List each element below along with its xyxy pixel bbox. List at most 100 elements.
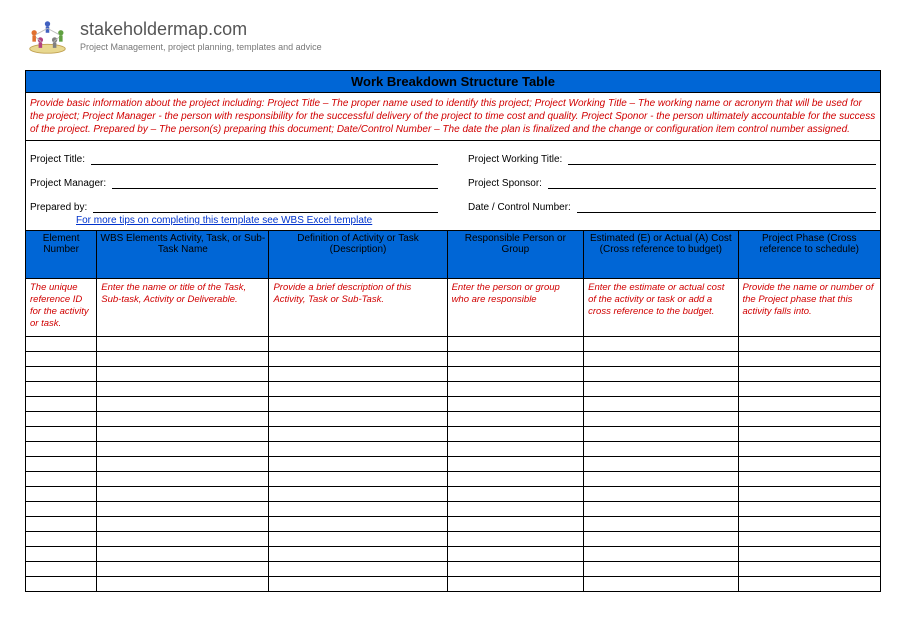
prepared-by-input[interactable]	[93, 199, 438, 213]
table-cell[interactable]	[447, 517, 584, 532]
table-cell[interactable]	[447, 397, 584, 412]
table-cell[interactable]	[26, 442, 97, 457]
table-cell[interactable]	[447, 577, 584, 592]
table-row[interactable]	[26, 352, 881, 367]
table-cell[interactable]	[97, 547, 269, 562]
table-cell[interactable]	[26, 457, 97, 472]
table-cell[interactable]	[738, 352, 881, 367]
table-cell[interactable]	[97, 532, 269, 547]
table-cell[interactable]	[738, 337, 881, 352]
table-cell[interactable]	[447, 382, 584, 397]
table-row[interactable]	[26, 457, 881, 472]
table-cell[interactable]	[26, 562, 97, 577]
table-row[interactable]	[26, 427, 881, 442]
table-row[interactable]	[26, 577, 881, 592]
date-control-input[interactable]	[577, 199, 876, 213]
table-cell[interactable]	[447, 442, 584, 457]
table-cell[interactable]	[269, 577, 447, 592]
table-cell[interactable]	[584, 397, 738, 412]
table-cell[interactable]	[447, 547, 584, 562]
table-cell[interactable]	[738, 457, 881, 472]
table-cell[interactable]	[447, 487, 584, 502]
table-cell[interactable]	[269, 472, 447, 487]
table-cell[interactable]	[584, 337, 738, 352]
table-cell[interactable]	[738, 412, 881, 427]
table-cell[interactable]	[738, 472, 881, 487]
table-cell[interactable]	[584, 382, 738, 397]
table-cell[interactable]	[269, 547, 447, 562]
table-cell[interactable]	[97, 562, 269, 577]
table-cell[interactable]	[584, 442, 738, 457]
table-row[interactable]	[26, 472, 881, 487]
table-cell[interactable]	[738, 502, 881, 517]
table-row[interactable]	[26, 487, 881, 502]
table-cell[interactable]	[447, 532, 584, 547]
table-row[interactable]	[26, 367, 881, 382]
table-cell[interactable]	[269, 457, 447, 472]
table-cell[interactable]	[738, 517, 881, 532]
table-cell[interactable]	[97, 352, 269, 367]
table-row[interactable]	[26, 442, 881, 457]
table-cell[interactable]	[584, 502, 738, 517]
table-cell[interactable]	[269, 382, 447, 397]
table-cell[interactable]	[26, 397, 97, 412]
table-cell[interactable]	[738, 562, 881, 577]
table-cell[interactable]	[584, 367, 738, 382]
table-cell[interactable]	[97, 427, 269, 442]
table-cell[interactable]	[447, 337, 584, 352]
table-cell[interactable]	[584, 562, 738, 577]
working-title-input[interactable]	[568, 151, 876, 165]
table-cell[interactable]	[26, 577, 97, 592]
tips-link[interactable]: For more tips on completing this templat…	[76, 215, 372, 226]
table-row[interactable]	[26, 547, 881, 562]
table-cell[interactable]	[97, 382, 269, 397]
table-cell[interactable]	[269, 442, 447, 457]
table-cell[interactable]	[269, 352, 447, 367]
table-cell[interactable]	[269, 562, 447, 577]
table-cell[interactable]	[447, 472, 584, 487]
table-cell[interactable]	[269, 502, 447, 517]
sponsor-input[interactable]	[548, 175, 876, 189]
table-cell[interactable]	[26, 337, 97, 352]
table-row[interactable]	[26, 532, 881, 547]
table-cell[interactable]	[447, 367, 584, 382]
table-cell[interactable]	[738, 547, 881, 562]
table-cell[interactable]	[26, 352, 97, 367]
table-cell[interactable]	[584, 532, 738, 547]
table-cell[interactable]	[584, 427, 738, 442]
table-cell[interactable]	[97, 442, 269, 457]
table-cell[interactable]	[447, 502, 584, 517]
table-cell[interactable]	[97, 472, 269, 487]
table-cell[interactable]	[26, 382, 97, 397]
table-row[interactable]	[26, 517, 881, 532]
table-cell[interactable]	[738, 382, 881, 397]
table-cell[interactable]	[584, 457, 738, 472]
table-cell[interactable]	[584, 352, 738, 367]
table-cell[interactable]	[269, 487, 447, 502]
project-manager-input[interactable]	[112, 175, 438, 189]
table-cell[interactable]	[26, 427, 97, 442]
table-cell[interactable]	[26, 487, 97, 502]
table-cell[interactable]	[447, 562, 584, 577]
table-cell[interactable]	[584, 577, 738, 592]
table-cell[interactable]	[26, 472, 97, 487]
table-cell[interactable]	[97, 367, 269, 382]
table-cell[interactable]	[269, 532, 447, 547]
table-cell[interactable]	[447, 352, 584, 367]
table-row[interactable]	[26, 337, 881, 352]
table-cell[interactable]	[738, 397, 881, 412]
table-cell[interactable]	[97, 517, 269, 532]
table-row[interactable]	[26, 502, 881, 517]
table-cell[interactable]	[269, 517, 447, 532]
table-cell[interactable]	[97, 487, 269, 502]
table-cell[interactable]	[738, 442, 881, 457]
table-cell[interactable]	[26, 502, 97, 517]
project-title-input[interactable]	[91, 151, 438, 165]
table-cell[interactable]	[269, 427, 447, 442]
table-row[interactable]	[26, 397, 881, 412]
table-row[interactable]	[26, 382, 881, 397]
table-cell[interactable]	[738, 577, 881, 592]
table-cell[interactable]	[97, 412, 269, 427]
table-cell[interactable]	[738, 487, 881, 502]
table-cell[interactable]	[26, 412, 97, 427]
